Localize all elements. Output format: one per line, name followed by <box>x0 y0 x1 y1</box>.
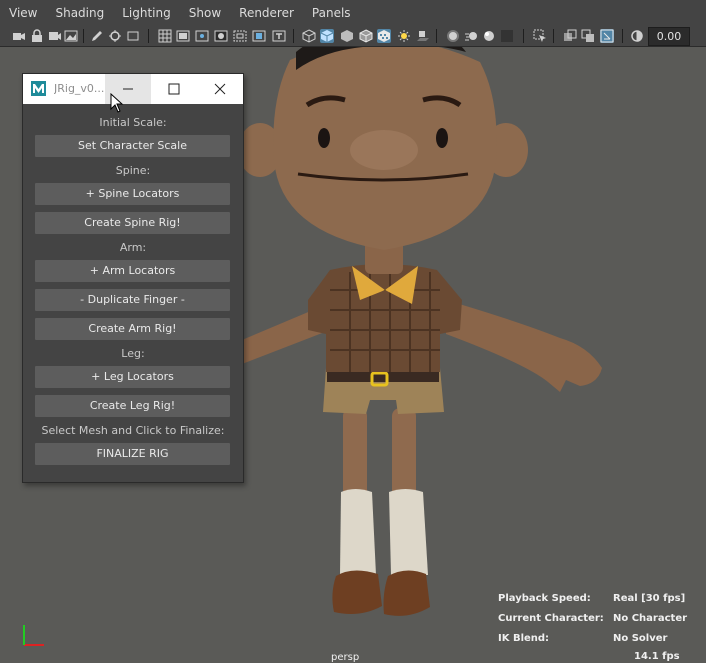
hud-ik-value: No Solver <box>613 633 668 644</box>
toolbar-separator <box>553 29 554 43</box>
lock-camera-icon[interactable] <box>30 29 44 43</box>
toolbar-separator <box>83 29 84 43</box>
maya-logo-icon <box>31 81 46 96</box>
2d-pan-zoom-icon[interactable] <box>108 29 122 43</box>
resolution-gate-icon[interactable] <box>195 29 209 43</box>
create-arm-rig-button[interactable]: Create Arm Rig! <box>35 318 230 340</box>
image-plane-icon[interactable] <box>64 29 78 43</box>
rig-window-titlebar[interactable]: JRig_v0... <box>23 74 243 104</box>
hud-playback-value: Real [30 fps] <box>613 593 686 604</box>
exposure-icon[interactable] <box>630 29 644 43</box>
motion-blur-icon[interactable] <box>464 29 478 43</box>
spine-locators-button[interactable]: + Spine Locators <box>35 183 230 205</box>
default-material-icon[interactable] <box>340 29 354 43</box>
toolbar-separator <box>293 29 294 43</box>
safe-title-icon[interactable] <box>272 29 286 43</box>
viewport-menu-bar: View Shading Lighting Show Renderer Pane… <box>0 0 706 26</box>
grease-pencil-icon[interactable] <box>90 29 104 43</box>
finalize-rig-button[interactable]: FINALIZE RIG <box>35 443 230 465</box>
ambient-occlusion-icon[interactable] <box>446 29 460 43</box>
set-character-scale-button[interactable]: Set Character Scale <box>35 135 230 157</box>
xray-active-components-icon[interactable] <box>600 29 614 43</box>
hud-playback-label: Playback Speed: <box>498 593 591 604</box>
duplicate-finger-button[interactable]: - Duplicate Finger - <box>35 289 230 311</box>
depth-of-field-icon[interactable] <box>500 29 514 43</box>
hud-ik-label: IK Blend: <box>498 633 550 644</box>
rig-tool-window: JRig_v0... Initial Scale: Set Character … <box>22 73 244 483</box>
section-finalize: Select Mesh and Click to Finalize: <box>41 424 225 437</box>
leg-locators-button[interactable]: + Leg Locators <box>35 366 230 388</box>
hud-character-label: Current Character: <box>498 613 604 624</box>
toolbar-separator <box>622 29 623 43</box>
menu-renderer[interactable]: Renderer <box>230 0 303 26</box>
menu-lighting[interactable]: Lighting <box>113 0 180 26</box>
menu-shading[interactable]: Shading <box>46 0 113 26</box>
maximize-icon <box>168 83 180 95</box>
xray-joints-icon[interactable] <box>581 29 595 43</box>
maximize-button[interactable] <box>151 74 197 104</box>
smooth-shade-icon[interactable] <box>320 29 334 43</box>
grid-icon[interactable] <box>158 29 172 43</box>
create-leg-rig-button[interactable]: Create Leg Rig! <box>35 395 230 417</box>
arm-locators-button[interactable]: + Arm Locators <box>35 260 230 282</box>
frame-icon[interactable] <box>126 29 140 43</box>
exposure-field[interactable]: 0.00 <box>648 27 690 46</box>
section-spine: Spine: <box>115 164 151 177</box>
wireframe-icon[interactable] <box>302 29 316 43</box>
close-button[interactable] <box>197 74 243 104</box>
toolbar-separator <box>436 29 437 43</box>
textured-icon[interactable] <box>377 29 391 43</box>
bookmark-camera-icon[interactable] <box>48 29 62 43</box>
lights-icon[interactable] <box>397 29 411 43</box>
menu-show[interactable]: Show <box>180 0 230 26</box>
shadows-icon[interactable] <box>416 29 430 43</box>
menu-panels[interactable]: Panels <box>303 0 360 26</box>
gate-mask-icon[interactable] <box>214 29 228 43</box>
menu-view[interactable]: View <box>0 0 46 26</box>
field-chart-icon[interactable] <box>233 29 247 43</box>
camera-name: persp <box>331 652 360 663</box>
film-gate-icon[interactable] <box>176 29 190 43</box>
toolbar-separator <box>148 29 149 43</box>
fps-readout: 14.1 fps <box>634 651 680 662</box>
toolbar-separator <box>523 29 524 43</box>
section-leg: Leg: <box>121 347 145 360</box>
wireframe-on-shaded-icon[interactable] <box>359 29 373 43</box>
section-initial-scale: Initial Scale: <box>99 116 167 129</box>
antialiasing-icon[interactable] <box>482 29 496 43</box>
viewport-toolbar: 0.00 <box>0 26 706 47</box>
mouse-cursor-icon <box>110 93 124 113</box>
close-icon <box>214 83 226 95</box>
safe-action-icon[interactable] <box>252 29 266 43</box>
hud-character-value: No Character <box>613 613 688 624</box>
camera-icon[interactable] <box>12 29 26 43</box>
create-spine-rig-button[interactable]: Create Spine Rig! <box>35 212 230 234</box>
section-arm: Arm: <box>119 241 147 254</box>
isolate-select-icon[interactable] <box>533 29 547 43</box>
xray-icon[interactable] <box>563 29 577 43</box>
